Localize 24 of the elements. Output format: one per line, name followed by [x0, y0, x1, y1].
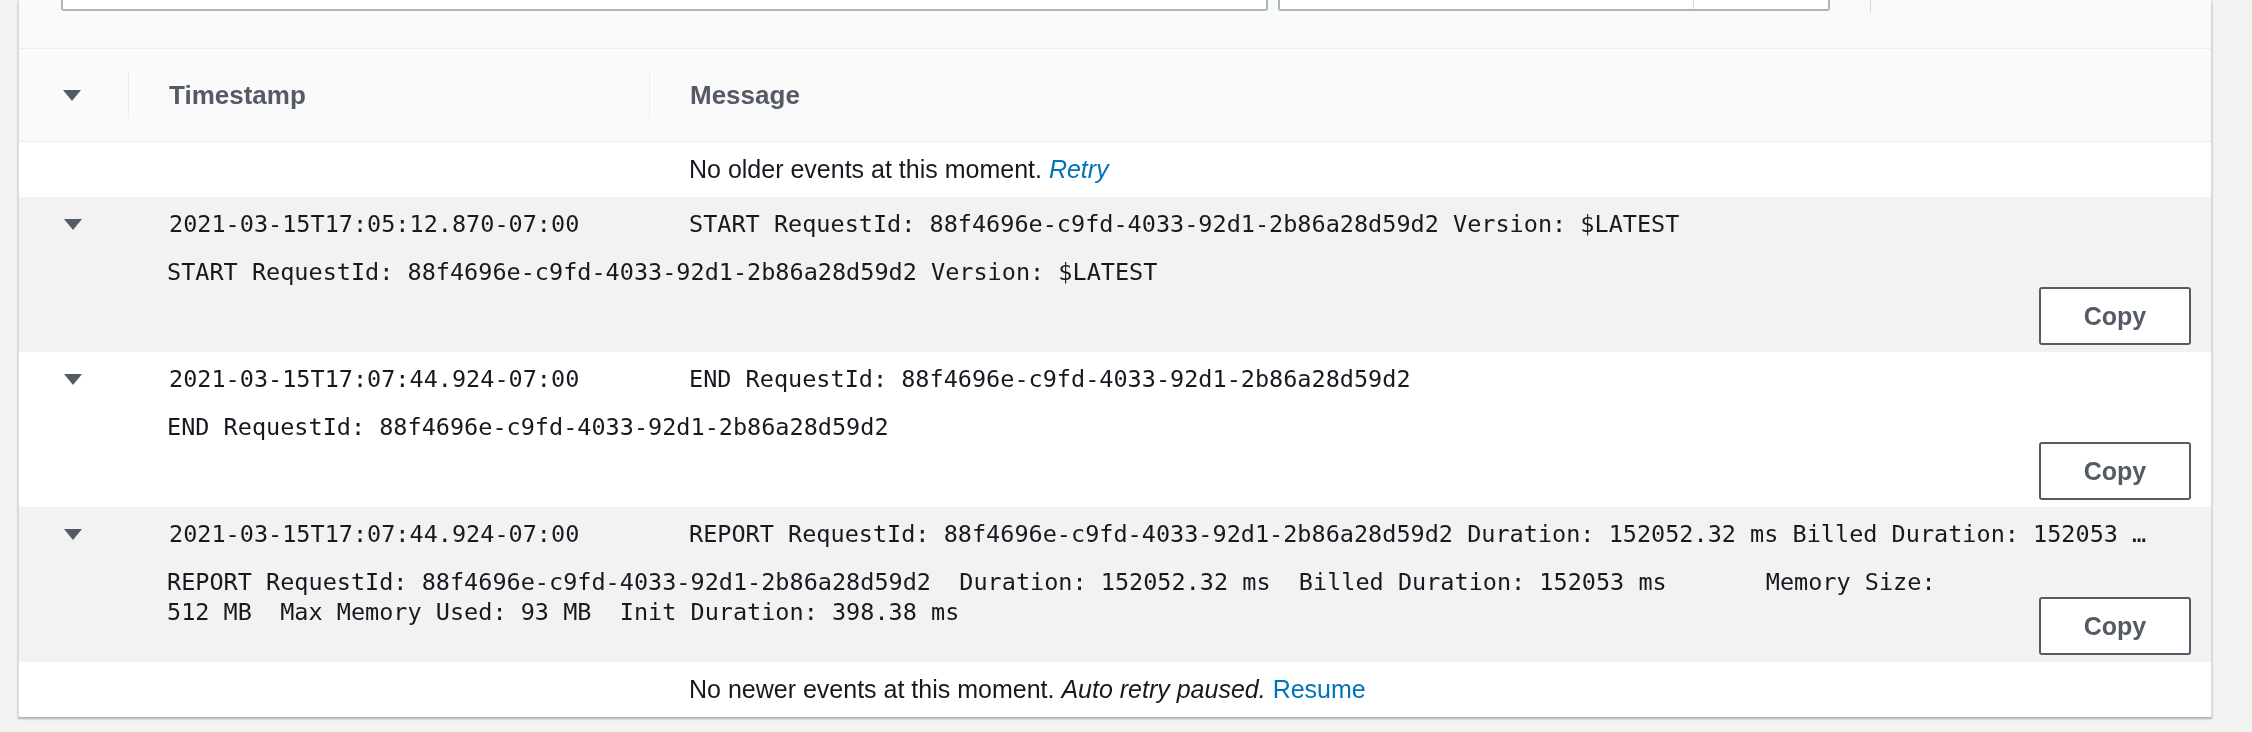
copy-button[interactable]: Copy	[2039, 442, 2191, 500]
timestamp-text: 2021-03-15T17:05:12.870-07:00	[169, 210, 581, 238]
status-message: No newer events at this moment. Auto retry paused. Resume	[689, 675, 1366, 704]
resume-link[interactable]: Resume	[1272, 675, 1366, 703]
message-text: START RequestId: 88f4696e-c9fd-4033-92d1-2b86a28d59d2 Version: $LATEST	[689, 210, 1681, 238]
column-header[interactable]: Message	[690, 79, 800, 111]
retry-link[interactable]: Retry	[1048, 155, 1109, 183]
copy-button[interactable]: Copy	[2039, 597, 2191, 655]
log-detail-text: START RequestId: 88f4696e-c9fd-4033-92d1-2b86a28d59d2 Version: $LATEST	[167, 257, 1159, 287]
input-field[interactable]	[61, 0, 1268, 11]
status-message: No older events at this moment. Retry	[689, 155, 1109, 184]
log-detail-text: REPORT RequestId: 88f4696e-c9fd-4033-92d1-2b86a28d59d2 Duration: 152052.32 ms Billed Duration: 152053 ms Memory Size: 512 MB Max Memory Used: 93 MB Init Duration: 398.38 ms	[167, 567, 1937, 627]
message-text: REPORT RequestId: 88f4696e-c9fd-4033-92d1-2b86a28d59d2 Duration: 152052.32 ms Billed Duration: 152053 …	[689, 520, 2148, 548]
caret-icon[interactable]	[64, 528, 82, 540]
input-field[interactable]	[1278, 0, 1830, 11]
column-header[interactable]: Timestamp	[169, 79, 306, 111]
copy-button[interactable]: Copy	[2039, 287, 2191, 345]
log-detail-text: END RequestId: 88f4696e-c9fd-4033-92d1-2b86a28d59d2	[167, 412, 890, 442]
caret-icon[interactable]	[64, 218, 82, 230]
message-text: END RequestId: 88f4696e-c9fd-4033-92d1-2b86a28d59d2	[689, 365, 1412, 393]
timestamp-text: 2021-03-15T17:07:44.924-07:00	[169, 520, 581, 548]
caret-icon[interactable]	[64, 373, 82, 385]
timestamp-text: 2021-03-15T17:07:44.924-07:00	[169, 365, 581, 393]
caret-icon[interactable]	[63, 89, 81, 101]
